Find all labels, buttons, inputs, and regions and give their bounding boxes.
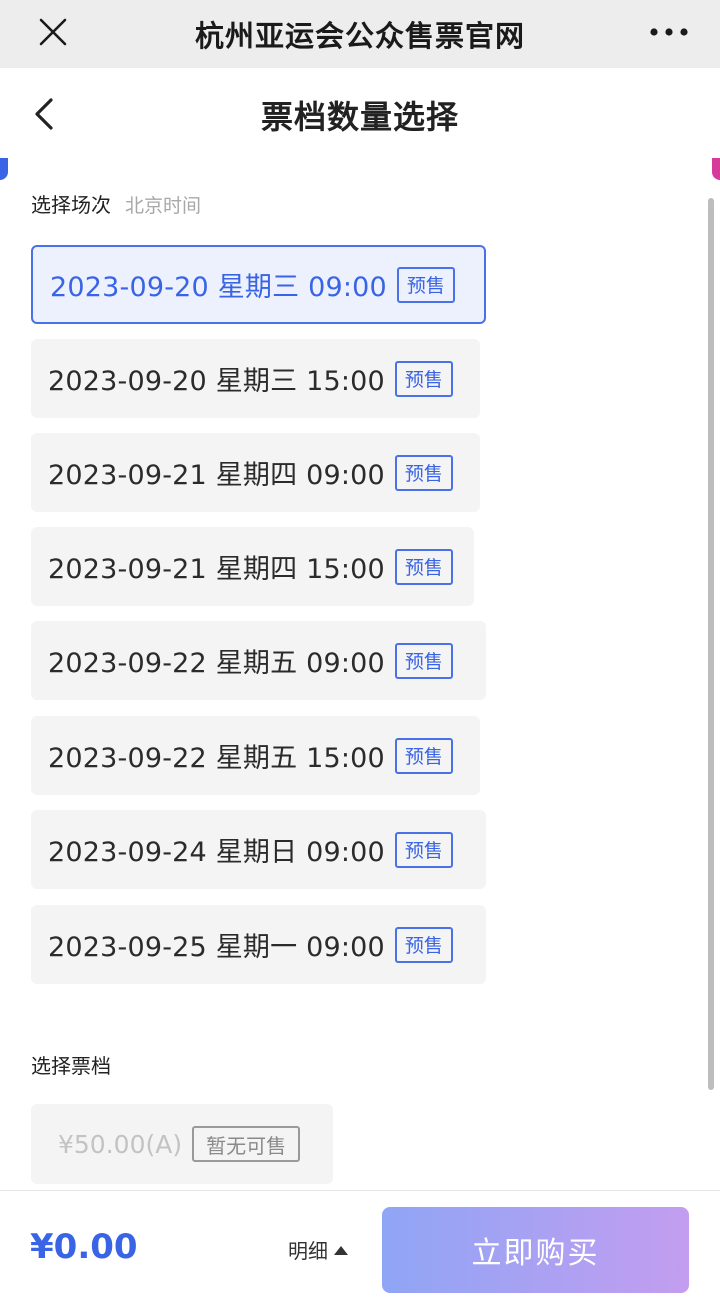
unavailable-badge: 暂无可售 bbox=[192, 1126, 301, 1162]
triangle-up-icon bbox=[334, 1245, 348, 1255]
session-datetime: 2023-09-25 星期一 09:00 bbox=[48, 932, 385, 963]
ticket-tier-option[interactable]: ¥50.00(A) 暂无可售 bbox=[31, 1104, 333, 1184]
buy-now-label: 立即购买 bbox=[471, 1236, 600, 1271]
presale-badge: 预售 bbox=[394, 454, 453, 491]
back-button[interactable] bbox=[24, 94, 64, 134]
presale-badge: 预售 bbox=[394, 831, 453, 868]
session-datetime: 2023-09-22 星期五 09:00 bbox=[48, 648, 385, 679]
session-option[interactable]: 2023-09-20 星期三 15:00 预售 bbox=[31, 339, 480, 418]
presale-badge: 预售 bbox=[394, 642, 453, 679]
session-section-title: 选择场次 bbox=[31, 193, 111, 217]
ticket-price: ¥50.00(A) bbox=[58, 1129, 183, 1159]
page-header: 票档数量选择 bbox=[0, 68, 720, 162]
session-datetime: 2023-09-20 星期三 15:00 bbox=[48, 366, 385, 397]
session-option[interactable]: 2023-09-25 星期一 09:00 预售 bbox=[31, 905, 486, 984]
presale-badge: 预售 bbox=[396, 266, 455, 303]
session-datetime: 2023-09-21 星期四 09:00 bbox=[48, 460, 385, 491]
more-dots-icon bbox=[650, 28, 688, 36]
session-datetime: 2023-09-20 星期三 09:00 bbox=[50, 272, 387, 303]
corner-accent-left bbox=[0, 158, 8, 180]
session-option[interactable]: 2023-09-21 星期四 15:00 预售 bbox=[31, 527, 474, 606]
session-option[interactable]: 2023-09-24 星期日 09:00 预售 bbox=[31, 810, 486, 889]
close-button[interactable] bbox=[30, 9, 76, 55]
session-datetime: 2023-09-24 星期日 09:00 bbox=[48, 837, 385, 868]
session-section-label: 选择场次 北京时间 bbox=[31, 189, 201, 218]
more-button[interactable] bbox=[644, 14, 694, 50]
chevron-left-icon bbox=[35, 98, 53, 130]
presale-badge: 预售 bbox=[394, 926, 453, 963]
session-option[interactable]: 2023-09-20 星期三 09:00 预售 bbox=[31, 245, 486, 324]
presale-badge: 预售 bbox=[394, 737, 453, 774]
price-detail-toggle[interactable]: 明细 bbox=[288, 1235, 349, 1264]
corner-accent-right bbox=[712, 158, 720, 180]
session-option[interactable]: 2023-09-22 星期五 15:00 预售 bbox=[31, 716, 480, 795]
session-option[interactable]: 2023-09-21 星期四 09:00 预售 bbox=[31, 433, 480, 512]
session-option[interactable]: 2023-09-22 星期五 09:00 预售 bbox=[31, 621, 486, 700]
presale-badge: 预售 bbox=[394, 360, 453, 397]
ticket-section-title: 选择票档 bbox=[31, 1054, 111, 1078]
page-title: 票档数量选择 bbox=[260, 98, 459, 136]
top-bar: 杭州亚运会公众售票官网 bbox=[0, 0, 720, 68]
detail-label: 明细 bbox=[288, 1239, 328, 1263]
scrollbar[interactable] bbox=[708, 198, 714, 1090]
ticket-section-label: 选择票档 bbox=[31, 1050, 111, 1079]
checkout-bar: ¥0.00 明细 立即购买 bbox=[0, 1190, 720, 1300]
close-icon bbox=[39, 18, 67, 46]
session-datetime: 2023-09-21 星期四 15:00 bbox=[48, 554, 385, 585]
total-price: ¥0.00 bbox=[30, 1227, 138, 1267]
app-title: 杭州亚运会公众售票官网 bbox=[194, 19, 525, 53]
ticket-selection-page: 杭州亚运会公众售票官网 票档数量选择 选择场次 北京时间 2023-09-20 星… bbox=[0, 0, 720, 1300]
session-datetime: 2023-09-22 星期五 15:00 bbox=[48, 743, 385, 774]
buy-now-button[interactable]: 立即购买 bbox=[382, 1207, 689, 1293]
presale-badge: 预售 bbox=[394, 548, 453, 585]
timezone-note: 北京时间 bbox=[125, 195, 202, 217]
